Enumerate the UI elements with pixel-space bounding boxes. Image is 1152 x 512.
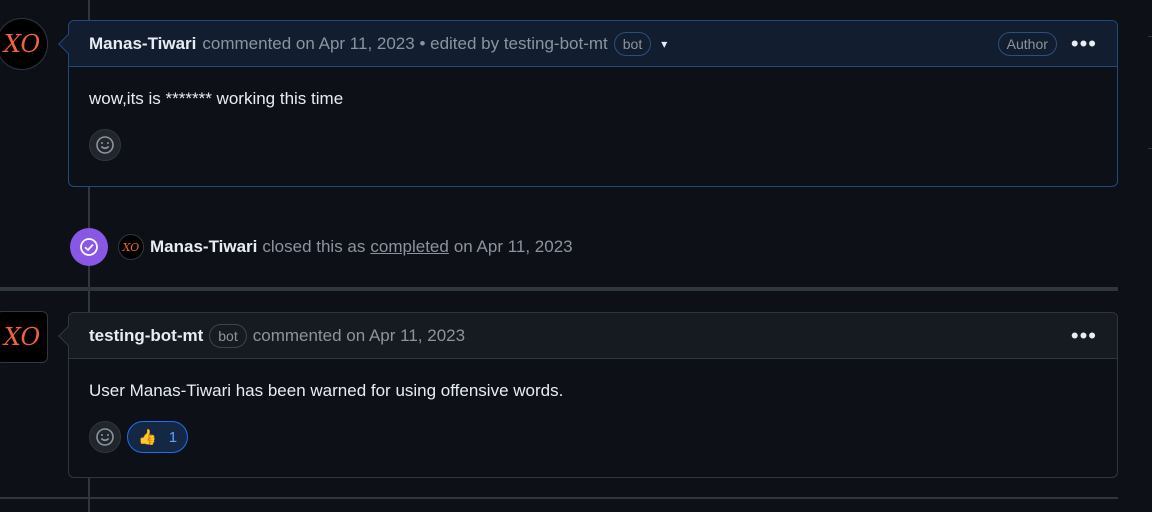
smiley-icon	[96, 136, 114, 154]
avatar-logo: XO	[2, 30, 40, 58]
kebab-horizontal-icon[interactable]: •••	[1071, 324, 1097, 347]
event-date: on Apr 11, 2023	[453, 237, 573, 256]
comment-card: testing-bot-mt bot commented on Apr 11, …	[58, 312, 1118, 478]
timeline-event-closed: XO Manas-Tiwari closed this as completed…	[70, 228, 573, 266]
thumbs-up-icon: 👍	[138, 429, 157, 446]
bot-avatar-logo: XO	[2, 323, 40, 351]
reaction-count: 1	[168, 428, 178, 446]
avatar[interactable]: XO	[0, 18, 48, 70]
mini-avatar-text: XO	[122, 241, 140, 254]
comment-card: Manas-Tiwari commented on Apr 11, 2023 •…	[58, 20, 1118, 187]
event-text-before: closed this as	[262, 237, 366, 256]
bot-badge: bot	[209, 323, 247, 348]
triangle-down-icon[interactable]: ▾	[661, 37, 667, 51]
add-reaction-button[interactable]	[89, 421, 121, 453]
sidebar-separator	[1148, 148, 1152, 149]
add-reaction-button[interactable]	[89, 129, 121, 161]
sidebar-edge	[1128, 0, 1152, 512]
avatar-text: XO	[2, 30, 40, 58]
comment-header: testing-bot-mt bot commented on Apr 11, …	[58, 313, 1117, 359]
comment-header: Manas-Tiwari commented on Apr 11, 2023 •…	[58, 21, 1117, 67]
comment-text: User Manas-Tiwari has been warned for us…	[89, 381, 564, 400]
thumbs-up-reaction-button[interactable]: 👍 1	[127, 421, 189, 453]
kebab-horizontal-icon[interactable]: •••	[1071, 32, 1097, 55]
comment-author-link[interactable]: Manas-Tiwari	[89, 34, 196, 54]
event-author-link[interactable]: Manas-Tiwari	[150, 237, 257, 257]
bot-badge: bot	[613, 31, 652, 56]
comment-arrow	[58, 34, 78, 54]
timeline-divider	[0, 287, 1118, 291]
header-actions: Author •••	[997, 31, 1097, 56]
comment-author-link[interactable]: testing-bot-mt	[89, 326, 203, 346]
bot-avatar[interactable]: XO	[0, 311, 48, 363]
completed-link[interactable]: completed	[370, 237, 448, 257]
mini-avatar[interactable]: XO	[118, 234, 144, 260]
check-circle-icon	[70, 228, 108, 266]
timeline-bottom-border	[0, 497, 1118, 499]
reactions-bar: 👍 1	[89, 421, 1097, 453]
header-actions: •••	[1071, 324, 1097, 347]
reactions-bar	[89, 129, 1097, 161]
comment-meta: commented on Apr 11, 2023	[252, 325, 466, 345]
comment-body: wow,its is ******* working this time	[69, 67, 1117, 179]
comment-text: wow,its is ******* working this time	[89, 89, 344, 108]
author-badge: Author	[997, 31, 1057, 56]
comment-body: User Manas-Tiwari has been warned for us…	[69, 359, 1117, 471]
comment-arrow	[58, 326, 78, 346]
comment-meta: commented on Apr 11, 2023 • edited by te…	[202, 33, 608, 53]
sidebar-separator	[1148, 36, 1152, 37]
smiley-icon	[96, 428, 114, 446]
bot-avatar-text: XO	[2, 323, 40, 351]
